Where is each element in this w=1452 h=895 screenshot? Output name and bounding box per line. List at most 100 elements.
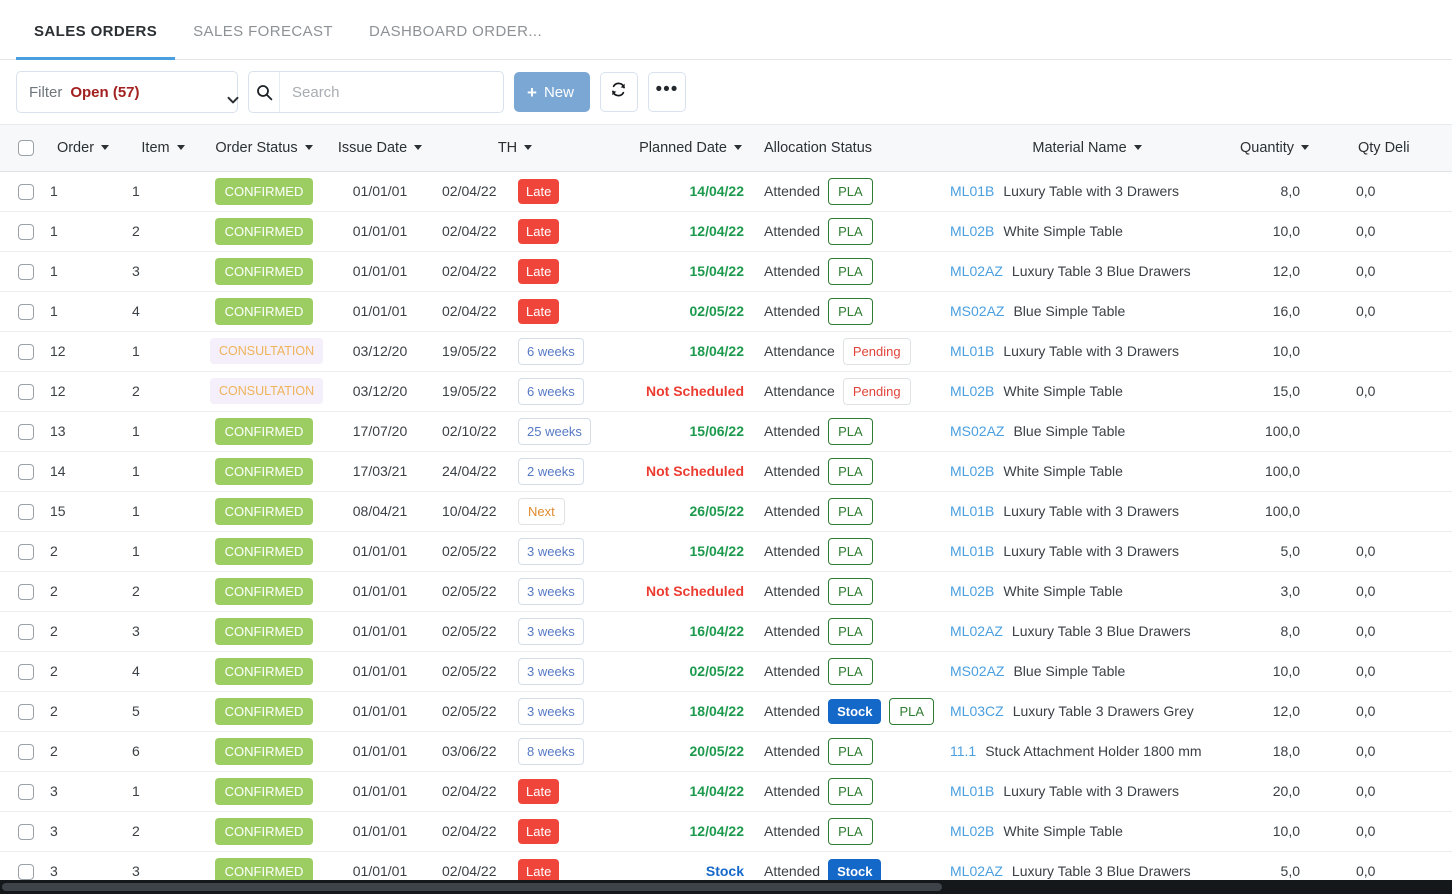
table-row[interactable]: 12 1 CONSULTATION 03/12/20 19/05/22 6 we…: [0, 331, 1452, 372]
allocation-text: Attendance: [764, 343, 835, 359]
material-code-link[interactable]: ML01B: [950, 343, 994, 359]
tab-sales-orders[interactable]: SALES ORDERS: [16, 23, 176, 60]
cell-issue-date: 01/01/01: [326, 531, 434, 572]
material-code-link[interactable]: ML02B: [950, 583, 994, 599]
row-checkbox[interactable]: [18, 703, 34, 720]
row-select-cell[interactable]: [0, 211, 42, 252]
material-code-link[interactable]: ML02AZ: [950, 623, 1003, 639]
material-code-link[interactable]: ML02AZ: [950, 263, 1003, 279]
row-checkbox[interactable]: [18, 263, 34, 280]
table-row[interactable]: 14 1 CONFIRMED 17/03/21 24/04/22 2 weeks…: [0, 451, 1452, 492]
header-issue-date[interactable]: Issue Date: [326, 125, 434, 172]
row-checkbox[interactable]: [18, 343, 34, 360]
header-allocation-status[interactable]: Allocation Status: [752, 125, 942, 172]
table-row[interactable]: 2 1 CONFIRMED 01/01/01 02/05/22 3 weeks …: [0, 531, 1452, 572]
row-checkbox[interactable]: [18, 583, 34, 600]
table-row[interactable]: 3 1 CONFIRMED 01/01/01 02/04/22 Late 14/…: [0, 771, 1452, 812]
header-qty-delivered[interactable]: Qty Deli: [1342, 125, 1452, 172]
row-checkbox[interactable]: [18, 183, 34, 200]
row-checkbox[interactable]: [18, 863, 34, 880]
material-code-link[interactable]: ML02B: [950, 823, 994, 839]
table-row[interactable]: 2 4 CONFIRMED 01/01/01 02/05/22 3 weeks …: [0, 651, 1452, 692]
row-checkbox[interactable]: [18, 823, 34, 840]
search-icon[interactable]: [249, 72, 280, 112]
row-select-cell[interactable]: [0, 371, 42, 412]
table-row[interactable]: 3 2 CONFIRMED 01/01/01 02/04/22 Late 12/…: [0, 811, 1452, 852]
row-select-cell[interactable]: [0, 411, 42, 452]
tab-dashboard-order[interactable]: DASHBOARD ORDER...: [351, 23, 560, 60]
table-row[interactable]: 1 4 CONFIRMED 01/01/01 02/04/22 Late 02/…: [0, 291, 1452, 332]
row-select-cell[interactable]: [0, 571, 42, 612]
row-checkbox[interactable]: [18, 623, 34, 640]
row-select-cell[interactable]: [0, 291, 42, 332]
row-checkbox[interactable]: [18, 223, 34, 240]
material-code-link[interactable]: MS02AZ: [950, 303, 1004, 319]
search-box[interactable]: [248, 71, 504, 113]
row-checkbox[interactable]: [18, 743, 34, 760]
horizontal-scrollbar[interactable]: [0, 880, 1452, 894]
material-code-link[interactable]: ML01B: [950, 183, 994, 199]
row-checkbox[interactable]: [18, 423, 34, 440]
row-select-cell[interactable]: [0, 731, 42, 772]
table-row[interactable]: 1 1 CONFIRMED 01/01/01 02/04/22 Late 14/…: [0, 171, 1452, 212]
new-button[interactable]: + New: [514, 72, 590, 112]
row-select-cell[interactable]: [0, 811, 42, 852]
row-select-cell[interactable]: [0, 691, 42, 732]
cell-item: 3: [124, 251, 202, 292]
header-planned-date[interactable]: Planned Date: [604, 125, 752, 172]
row-select-cell[interactable]: [0, 451, 42, 492]
row-select-cell[interactable]: [0, 171, 42, 212]
row-checkbox[interactable]: [18, 503, 34, 520]
scrollbar-thumb[interactable]: [2, 883, 942, 891]
header-order-status[interactable]: Order Status: [202, 125, 326, 172]
row-checkbox[interactable]: [18, 463, 34, 480]
material-description: Blue Simple Table: [1013, 303, 1126, 319]
material-code-link[interactable]: ML02B: [950, 223, 994, 239]
table-row[interactable]: 2 2 CONFIRMED 01/01/01 02/05/22 3 weeks …: [0, 571, 1452, 612]
more-options-button[interactable]: •••: [647, 72, 686, 112]
row-select-cell[interactable]: [0, 651, 42, 692]
select-all-checkbox[interactable]: [18, 139, 34, 156]
material-code-link[interactable]: ML02AZ: [950, 863, 1003, 879]
material-code-link[interactable]: ML01B: [950, 783, 994, 799]
material-code-link[interactable]: MS02AZ: [950, 663, 1004, 679]
header-quantity[interactable]: Quantity: [1232, 125, 1342, 172]
row-checkbox[interactable]: [18, 303, 34, 320]
row-checkbox[interactable]: [18, 543, 34, 560]
row-select-cell[interactable]: [0, 771, 42, 812]
material-code-link[interactable]: MS02AZ: [950, 423, 1004, 439]
material-code-link[interactable]: ML02B: [950, 383, 994, 399]
table-row[interactable]: 2 6 CONFIRMED 01/01/01 03/06/22 8 weeks …: [0, 731, 1452, 772]
material-code-link[interactable]: ML01B: [950, 543, 994, 559]
header-material-name[interactable]: Material Name: [942, 125, 1232, 172]
table-row[interactable]: 2 5 CONFIRMED 01/01/01 02/05/22 3 weeks …: [0, 691, 1452, 732]
header-item[interactable]: Item: [124, 125, 202, 172]
row-checkbox[interactable]: [18, 783, 34, 800]
table-row[interactable]: 2 3 CONFIRMED 01/01/01 02/05/22 3 weeks …: [0, 611, 1452, 652]
cell-item: 3: [124, 611, 202, 652]
header-th[interactable]: TH: [434, 125, 604, 172]
row-select-cell[interactable]: [0, 251, 42, 292]
row-select-cell[interactable]: [0, 491, 42, 532]
row-checkbox[interactable]: [18, 383, 34, 400]
table-row[interactable]: 12 2 CONSULTATION 03/12/20 19/05/22 6 we…: [0, 371, 1452, 412]
row-checkbox[interactable]: [18, 663, 34, 680]
filter-dropdown[interactable]: Filter Open (57): [16, 71, 239, 113]
material-code-link[interactable]: ML03CZ: [950, 703, 1004, 719]
table-row[interactable]: 1 3 CONFIRMED 01/01/01 02/04/22 Late 15/…: [0, 251, 1452, 292]
header-order[interactable]: Order: [42, 125, 124, 172]
order-status-badge: CONFIRMED: [214, 537, 314, 565]
tab-sales-forecast[interactable]: SALES FORECAST: [175, 23, 351, 60]
search-input[interactable]: [280, 72, 503, 112]
table-row[interactable]: 1 2 CONFIRMED 01/01/01 02/04/22 Late 12/…: [0, 211, 1452, 252]
material-code-link[interactable]: ML01B: [950, 503, 994, 519]
table-row[interactable]: 15 1 CONFIRMED 08/04/21 10/04/22 Next 26…: [0, 491, 1452, 532]
row-select-cell[interactable]: [0, 331, 42, 372]
refresh-button[interactable]: [599, 72, 638, 112]
row-select-cell[interactable]: [0, 531, 42, 572]
table-row[interactable]: 13 1 CONFIRMED 17/07/20 02/10/22 25 week…: [0, 411, 1452, 452]
material-code-link[interactable]: ML02B: [950, 463, 994, 479]
header-select-all[interactable]: [0, 125, 42, 172]
row-select-cell[interactable]: [0, 611, 42, 652]
material-code-link[interactable]: 11.1: [950, 743, 976, 759]
